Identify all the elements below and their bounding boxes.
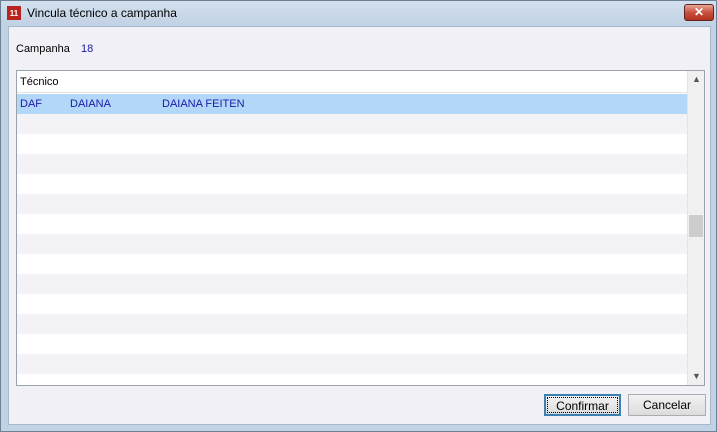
cell-code: DAF bbox=[20, 98, 42, 110]
table-row-empty[interactable] bbox=[17, 154, 687, 174]
title-bar[interactable]: 11 Vincula técnico a campanha ✕ bbox=[1, 1, 716, 25]
scrollbar-thumb[interactable] bbox=[689, 215, 703, 237]
table-row-empty[interactable] bbox=[17, 134, 687, 154]
tecnico-grid[interactable]: Técnico DAF DAIANA DAIANA FEITEN ▲ ▼ bbox=[16, 70, 705, 386]
table-row-empty[interactable] bbox=[17, 214, 687, 234]
table-row-empty[interactable] bbox=[17, 114, 687, 134]
close-icon: ✕ bbox=[693, 5, 705, 19]
app-logo-icon: 11 bbox=[7, 6, 21, 20]
table-row-empty[interactable] bbox=[17, 194, 687, 214]
table-row-empty[interactable] bbox=[17, 294, 687, 314]
campanha-label: Campanha bbox=[16, 43, 70, 55]
cancel-button[interactable]: Cancelar bbox=[628, 394, 706, 416]
table-row-empty[interactable] bbox=[17, 314, 687, 334]
column-header-tecnico[interactable]: Técnico bbox=[17, 71, 687, 93]
dialog-body: Campanha 18 Técnico DAF DAIANA DAIANA FEIT… bbox=[8, 26, 711, 425]
table-row-empty[interactable] bbox=[17, 334, 687, 354]
table-row-selected[interactable]: DAF DAIANA DAIANA FEITEN bbox=[17, 94, 687, 114]
scroll-down-icon[interactable]: ▼ bbox=[688, 368, 704, 385]
table-row-empty[interactable] bbox=[17, 354, 687, 374]
table-row-empty[interactable] bbox=[17, 234, 687, 254]
table-row-empty[interactable] bbox=[17, 274, 687, 294]
table-row-empty[interactable] bbox=[17, 174, 687, 194]
scroll-up-icon[interactable]: ▲ bbox=[688, 71, 704, 88]
dialog-window: 11 Vincula técnico a campanha ✕ Campanha… bbox=[0, 0, 717, 432]
table-row-empty[interactable] bbox=[17, 254, 687, 274]
confirm-button[interactable]: Confirmar bbox=[544, 394, 621, 416]
cell-full-name: DAIANA FEITEN bbox=[162, 98, 245, 110]
campanha-value: 18 bbox=[81, 43, 94, 55]
close-button[interactable]: ✕ bbox=[684, 4, 714, 21]
window-title: Vincula técnico a campanha bbox=[27, 6, 177, 20]
cell-name: DAIANA bbox=[70, 98, 111, 110]
vertical-scrollbar[interactable]: ▲ ▼ bbox=[687, 71, 704, 385]
